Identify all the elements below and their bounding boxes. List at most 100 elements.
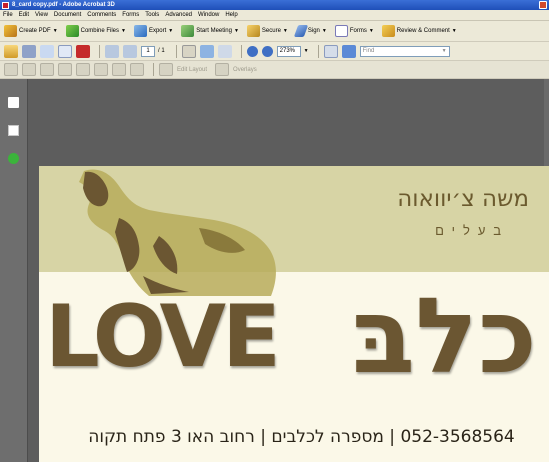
- combine-files-button[interactable]: Combine Files ▼: [65, 23, 126, 39]
- chevron-down-icon: ▼: [451, 28, 457, 34]
- create-pdf-button[interactable]: Create PDF ▼: [4, 23, 58, 39]
- meeting-icon: [181, 25, 195, 37]
- zoom-in-icon[interactable]: [261, 45, 273, 57]
- navigation-toolbar: 1 / 1 273% ▼ Find ▼: [0, 42, 549, 61]
- menu-forms[interactable]: Forms: [122, 12, 139, 18]
- overlays-label: Overlays: [233, 66, 257, 73]
- tool-icon[interactable]: [94, 63, 108, 76]
- close-window-button[interactable]: [539, 1, 547, 9]
- chevron-down-icon: ▼: [441, 48, 447, 54]
- zoom-tool-icon[interactable]: [217, 44, 232, 58]
- hebrew-logo-text: כלבּ: [351, 275, 537, 397]
- tool-icon[interactable]: [22, 63, 36, 76]
- email-icon[interactable]: [58, 44, 72, 58]
- chevron-down-icon[interactable]: ▼: [304, 48, 309, 54]
- start-meeting-button[interactable]: Start Meeting ▼: [181, 23, 239, 39]
- tool-icon[interactable]: [130, 63, 144, 76]
- export-label: Export: [148, 28, 167, 34]
- secure-button[interactable]: Secure ▼: [246, 23, 288, 39]
- comments-icon[interactable]: [8, 125, 19, 136]
- lock-icon: [246, 25, 260, 37]
- pen-icon: [293, 25, 309, 37]
- window-titlebar: 8_card copy.pdf - Adobe Acrobat 3D: [0, 0, 549, 10]
- owner-name: משה צ׳יוואוה: [397, 186, 529, 212]
- forms-icon: [334, 25, 348, 37]
- advanced-toolbar: Edit Layout Overlays: [0, 61, 549, 79]
- acrobat-icon[interactable]: [76, 44, 90, 58]
- navigation-pane: [0, 79, 28, 462]
- print-icon[interactable]: [22, 44, 36, 58]
- toolbar-separator: [175, 44, 177, 58]
- chevron-down-icon: ▼: [233, 28, 239, 34]
- open-folder-icon[interactable]: [4, 44, 18, 58]
- menu-tools[interactable]: Tools: [145, 12, 159, 18]
- start-meeting-label: Start Meeting: [196, 28, 232, 34]
- chevron-down-icon: ▼: [368, 28, 374, 34]
- tool-icon[interactable]: [40, 63, 54, 76]
- menu-file[interactable]: File: [3, 12, 13, 18]
- combine-files-icon: [65, 25, 79, 37]
- tool-icon[interactable]: [112, 63, 126, 76]
- find-input[interactable]: Find ▼: [359, 45, 450, 57]
- tool-icon[interactable]: [76, 63, 90, 76]
- menu-window[interactable]: Window: [198, 12, 219, 18]
- toolbar-separator: [153, 63, 154, 76]
- toolbar-separator: [99, 44, 100, 58]
- review-comment-button[interactable]: Review & Comment ▼: [381, 23, 457, 39]
- menu-view[interactable]: View: [35, 12, 48, 18]
- chevron-down-icon: ▼: [52, 28, 58, 34]
- zoom-out-icon[interactable]: [246, 45, 258, 57]
- acrobat-app-icon: [2, 1, 9, 9]
- toolbar-separator: [240, 44, 242, 58]
- tool-icon[interactable]: [4, 63, 18, 76]
- toolbar-separator: [317, 44, 319, 58]
- secure-label: Secure: [261, 28, 281, 34]
- attachments-icon[interactable]: [8, 153, 19, 164]
- sign-label: Sign: [307, 28, 320, 34]
- chevron-down-icon: ▼: [121, 28, 126, 34]
- menu-edit[interactable]: Edit: [19, 12, 29, 18]
- edit-layout-label: Edit Layout: [177, 66, 208, 73]
- pages-icon[interactable]: [8, 97, 19, 108]
- chevron-down-icon: ▼: [282, 28, 288, 34]
- menu-comments[interactable]: Comments: [87, 12, 116, 18]
- menu-document[interactable]: Document: [54, 12, 81, 18]
- previous-page-icon[interactable]: [105, 44, 119, 58]
- create-pdf-icon: [4, 25, 17, 37]
- review-icon: [381, 25, 395, 37]
- menu-bar: File Edit View Document Comments Forms T…: [0, 10, 549, 21]
- export-button[interactable]: Export ▼: [133, 23, 174, 39]
- document-page: משה צ׳יוואוה בעלים LOVE כלבּ 052-3568564…: [39, 166, 549, 462]
- window-title: 8_card copy.pdf - Adobe Acrobat 3D: [12, 2, 115, 8]
- sign-button[interactable]: Sign ▼: [293, 23, 327, 39]
- owner-title: בעלים: [435, 223, 509, 238]
- overlays-icon: [215, 63, 230, 76]
- page-number-input[interactable]: 1: [141, 45, 155, 57]
- hand-tool-icon[interactable]: [199, 44, 214, 58]
- edit-layout-button[interactable]: Edit Layout: [159, 62, 207, 78]
- next-page-icon[interactable]: [123, 44, 137, 58]
- love-logo-text: LOVE: [45, 287, 281, 387]
- chevron-down-icon: ▼: [321, 28, 327, 34]
- page-total-label: / 1: [158, 48, 165, 54]
- tasks-toolbar: Create PDF ▼ Combine Files ▼ Export ▼ St…: [0, 21, 549, 42]
- select-tool-icon[interactable]: [181, 44, 196, 58]
- menu-help[interactable]: Help: [225, 12, 237, 18]
- edit-layout-icon: [159, 63, 173, 76]
- fit-width-icon[interactable]: [341, 44, 356, 58]
- review-comment-label: Review & Comment: [396, 28, 450, 34]
- overlays-button[interactable]: Overlays: [215, 62, 257, 78]
- create-pdf-label: Create PDF: [19, 28, 51, 34]
- forms-label: Forms: [349, 28, 367, 34]
- export-icon: [133, 25, 147, 37]
- save-icon[interactable]: [40, 44, 54, 58]
- contact-line: 052-3568564 | מספרה לכלבים | רחוב האו 3 …: [88, 427, 515, 447]
- forms-button[interactable]: Forms ▼: [334, 23, 374, 39]
- find-placeholder: Find: [362, 48, 375, 54]
- fit-page-icon[interactable]: [323, 44, 338, 58]
- combine-files-label: Combine Files: [80, 28, 119, 34]
- chevron-down-icon: ▼: [168, 28, 174, 34]
- tool-icon[interactable]: [58, 63, 72, 76]
- zoom-level-input[interactable]: 273%: [276, 45, 301, 57]
- menu-advanced[interactable]: Advanced: [165, 12, 192, 18]
